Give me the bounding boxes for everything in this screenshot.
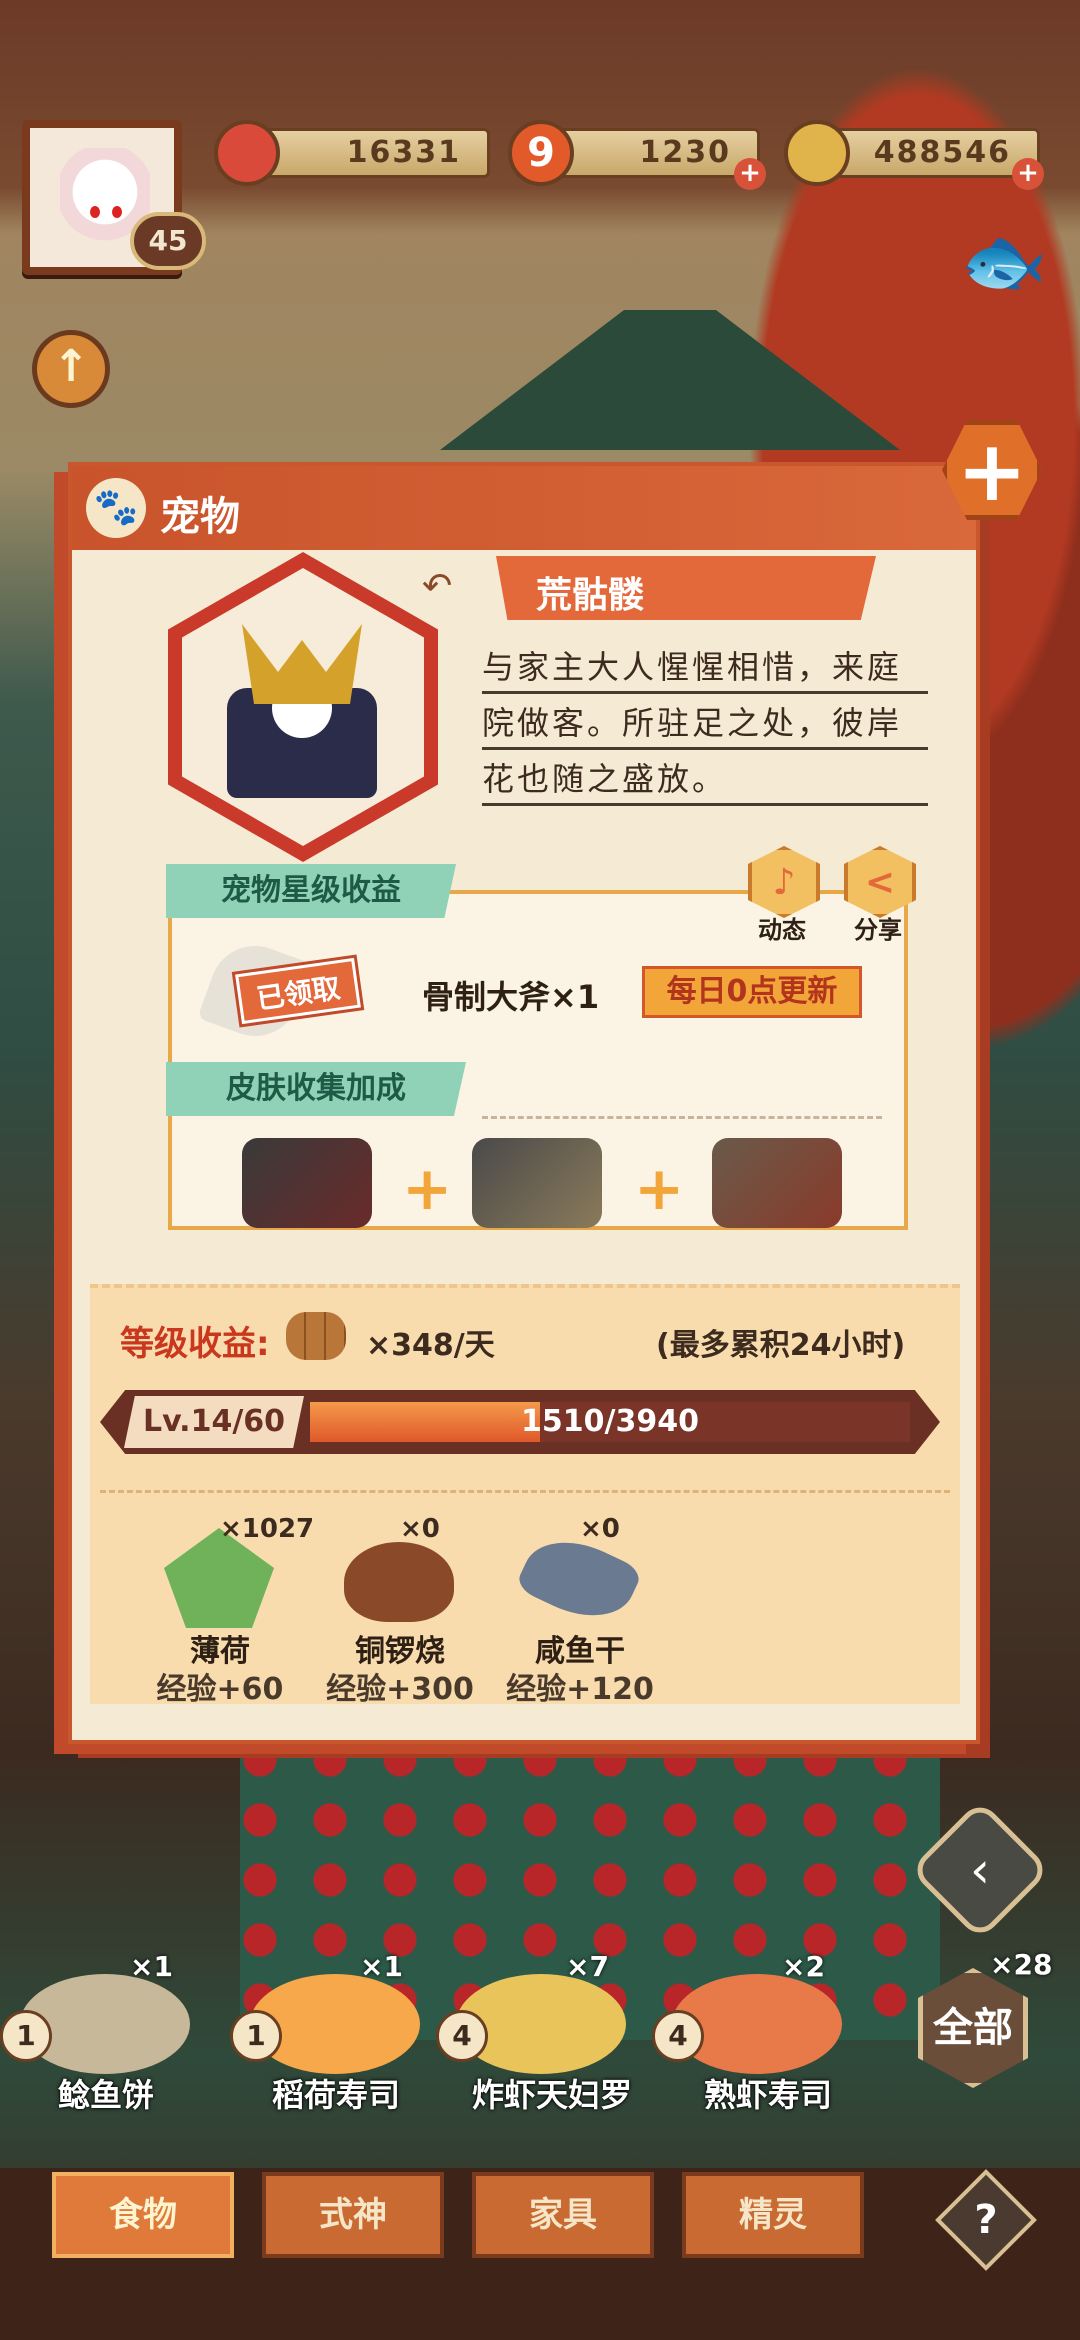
player-level-badge: 45 xyxy=(130,212,206,270)
ticket-icon: 9 xyxy=(508,120,574,186)
gold-coin-icon xyxy=(784,120,850,186)
inventory-item[interactable]: ×1 1 鲶鱼饼 xyxy=(0,1950,220,2150)
food-count: ×0 xyxy=(580,1514,620,1544)
inventory-level: 4 xyxy=(436,2010,488,2062)
exp-text: 1510/3940 xyxy=(521,1404,699,1439)
plus-icon: + xyxy=(402,1154,453,1224)
add-resource-2-button[interactable]: + xyxy=(734,158,766,190)
panel-title: 宠物 xyxy=(160,494,240,540)
inventory-level: 1 xyxy=(0,2010,52,2062)
inventory-item[interactable]: ×7 4 炸虾天妇罗 xyxy=(436,1950,656,2150)
resource-counter-1: 16331 xyxy=(260,128,490,178)
fish-icon[interactable]: 🐟 xyxy=(960,220,1047,320)
star-reward-tab: 宠物星级收益 xyxy=(166,864,456,918)
resource-counter-3: 488546 xyxy=(820,128,1040,178)
food-inventory: ×1 1 鲶鱼饼 ×1 1 稻荷寿司 ×7 4 炸虾天妇罗 ×2 4 熟虾寿司 xyxy=(0,1950,1080,2170)
food-count: ×1027 xyxy=(220,1514,315,1544)
food-item-mint[interactable]: ×1027 薄荷 经验+60 xyxy=(130,1514,315,1707)
wood-log-icon xyxy=(286,1312,346,1360)
arrow-up-icon[interactable]: ↑ xyxy=(32,330,110,408)
food-exp: 经验+300 xyxy=(326,1672,474,1707)
dorayaki-icon xyxy=(344,1542,454,1622)
pet-description-line: 与家主大人惺惺相惜，来庭 xyxy=(482,642,928,694)
avatar-eye xyxy=(90,206,100,218)
help-icon: ? xyxy=(974,2197,998,2243)
skin-thumbnail[interactable] xyxy=(242,1138,372,1228)
food-item-dorayaki[interactable]: ×0 铜锣烧 经验+300 xyxy=(310,1514,490,1707)
inventory-name: 稻荷寿司 xyxy=(271,2076,400,2114)
inventory-item[interactable]: ×1 1 稻荷寿司 xyxy=(230,1950,450,2150)
reward-item-label: 骨制大斧×1 xyxy=(422,978,600,1016)
tab-furniture[interactable]: 家具 xyxy=(472,2172,654,2258)
level-income-section: 等级收益: ×348/天 (最多累积24小时) Lv.14/60 1510/39… xyxy=(90,1284,960,1707)
share-label: 分享 xyxy=(854,916,902,944)
level-progress-bar: Lv.14/60 1510/3940 xyxy=(100,1390,940,1454)
level-income-rate: ×348/天 xyxy=(366,1328,495,1363)
pet-portrait-inner xyxy=(182,568,424,846)
food-item-dried-fish[interactable]: ×0 咸鱼干 经验+120 xyxy=(490,1514,670,1707)
all-count: ×28 xyxy=(990,1948,1053,1981)
inventory-name: 炸虾天妇罗 xyxy=(471,2076,632,2114)
pet-helmet xyxy=(242,624,362,704)
inventory-count: ×2 xyxy=(782,1950,825,1983)
pet-name-banner: 荒骷髅 xyxy=(496,556,876,620)
paw-icon: 🐾 xyxy=(86,478,146,538)
add-resource-3-button[interactable]: + xyxy=(1012,158,1044,190)
swirl-ornament: ↶ xyxy=(422,566,453,607)
pet-name: 荒骷髅 xyxy=(536,575,645,616)
food-exp: 经验+120 xyxy=(506,1672,654,1707)
tab-food[interactable]: 食物 xyxy=(52,2172,234,2258)
daily-refresh-tag: 每日0点更新 xyxy=(642,966,862,1018)
avatar-eye xyxy=(112,206,122,218)
inventory-count: ×1 xyxy=(360,1950,403,1983)
food-count: ×0 xyxy=(400,1514,440,1544)
level-label: Lv.14/60 xyxy=(124,1396,304,1448)
plus-icon: + xyxy=(634,1154,685,1224)
pet-description-line: 院做客。所驻足之处，彼岸 xyxy=(482,698,928,750)
divider xyxy=(482,1116,882,1119)
dried-fish-icon xyxy=(514,1524,644,1634)
inventory-name: 鲶鱼饼 xyxy=(57,2076,154,2114)
help-button[interactable]: ? xyxy=(935,2169,1037,2271)
tab-spirit[interactable]: 精灵 xyxy=(682,2172,864,2258)
dynamic-label: 动态 xyxy=(758,916,806,944)
level-income-title: 等级收益: xyxy=(120,1324,270,1364)
pet-portrait xyxy=(168,552,438,862)
panel-header: 🐾 宠物 xyxy=(72,466,976,550)
bottom-tab-bar: 食物 式神 家具 精灵 ? xyxy=(0,2168,1080,2340)
inventory-count: ×7 xyxy=(566,1950,609,1983)
skin-thumbnail[interactable] xyxy=(712,1138,842,1228)
inventory-level: 1 xyxy=(230,2010,282,2062)
inventory-name: 熟虾寿司 xyxy=(703,2076,832,2114)
divider xyxy=(100,1490,950,1493)
food-exp: 经验+60 xyxy=(156,1672,284,1707)
inventory-level: 4 xyxy=(652,2010,704,2062)
flower-coin-icon xyxy=(214,120,280,186)
tab-shikigami[interactable]: 式神 xyxy=(262,2172,444,2258)
inventory-item[interactable]: ×2 4 熟虾寿司 xyxy=(652,1950,872,2150)
skin-bonus-tab: 皮肤收集加成 xyxy=(166,1062,466,1116)
level-income-max: (最多累积24小时) xyxy=(656,1328,906,1363)
pet-panel: 🐾 宠物 ↶ 荒骷髅 与家主大人惺惺相惜，来庭 院做客。所驻足之处，彼岸 花也随… xyxy=(68,462,980,1744)
pet-description-line: 花也随之盛放。 xyxy=(482,754,928,806)
skin-thumbnail[interactable] xyxy=(472,1138,602,1228)
inventory-count: ×1 xyxy=(130,1950,173,1983)
